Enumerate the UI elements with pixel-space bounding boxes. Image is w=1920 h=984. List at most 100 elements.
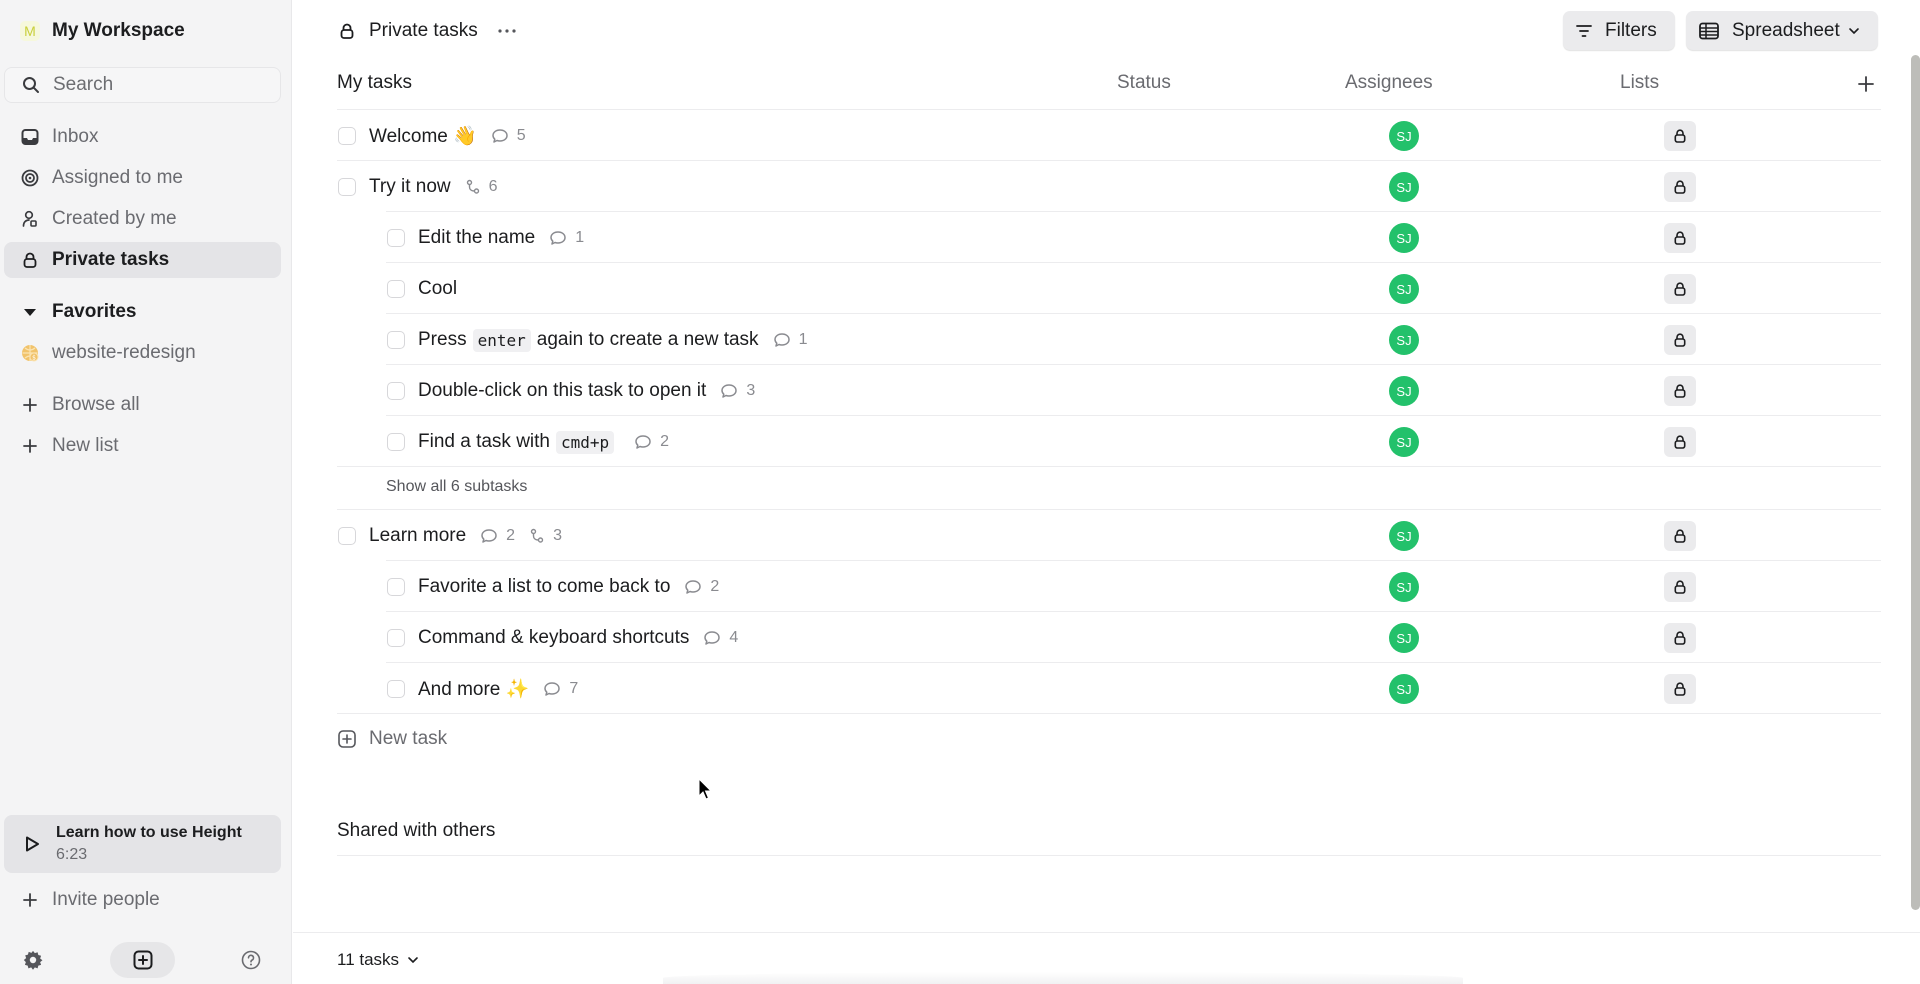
task-row[interactable]: Welcome 👋 5 SJ [337, 110, 1881, 161]
learn-title: Learn how to use Height [56, 824, 242, 841]
list-private-chip[interactable] [1664, 223, 1696, 253]
task-title[interactable]: Find a task with cmd+p 2 [418, 428, 669, 456]
workspace-switcher[interactable]: M My Workspace [20, 16, 185, 46]
new-task-quick-button[interactable] [110, 942, 175, 978]
sidebar-item-label: Created by me [52, 208, 177, 229]
task-title[interactable]: Press enter again to create a new task 1 [418, 326, 807, 354]
invite-people-button[interactable]: Invite people [4, 882, 281, 918]
play-icon [26, 836, 39, 852]
subtask-count: 3 [529, 527, 562, 545]
task-row[interactable]: Double-click on this task to open it 3 SJ [337, 365, 1881, 416]
help-icon [241, 950, 261, 970]
task-title[interactable]: Favorite a list to come back to 2 [418, 573, 719, 601]
task-checkbox[interactable] [338, 527, 356, 545]
task-checkbox[interactable] [338, 178, 356, 196]
assignee-avatar[interactable]: SJ [1389, 325, 1419, 355]
task-row[interactable]: Try it now 6 SJ [337, 161, 1881, 212]
list-private-chip[interactable] [1664, 325, 1696, 355]
task-checkbox[interactable] [387, 578, 405, 596]
comment-icon [492, 129, 508, 143]
list-private-chip[interactable] [1664, 674, 1696, 704]
task-checkbox[interactable] [387, 229, 405, 247]
sidebar-item-inbox[interactable]: Inbox [4, 119, 281, 155]
list-private-chip[interactable] [1664, 274, 1696, 304]
new-task-button[interactable]: New task [337, 726, 447, 752]
assignee-avatar[interactable]: SJ [1389, 172, 1419, 202]
task-title-text: Command & keyboard shortcuts [418, 627, 690, 648]
list-private-chip[interactable] [1664, 121, 1696, 151]
task-row[interactable]: And more ✨ 7 SJ [337, 663, 1881, 714]
help-button[interactable] [238, 947, 264, 973]
shared-with-others-heading[interactable]: Shared with others [337, 820, 495, 842]
assignee-avatar[interactable]: SJ [1389, 427, 1419, 457]
task-title[interactable]: Welcome 👋 5 [369, 122, 526, 150]
plus-icon [23, 398, 37, 412]
assignee-avatar[interactable]: SJ [1389, 376, 1419, 406]
assignee-avatar[interactable]: SJ [1389, 521, 1419, 551]
filters-button[interactable]: Filters [1563, 11, 1675, 50]
assignee-avatar[interactable]: SJ [1389, 572, 1419, 602]
assignee-avatar[interactable]: SJ [1389, 674, 1419, 704]
workspace-avatar: M [20, 21, 40, 41]
task-title[interactable]: Command & keyboard shortcuts 4 [418, 624, 738, 652]
new-list-button[interactable]: New list [4, 428, 281, 464]
task-row[interactable]: Command & keyboard shortcuts 4 SJ [337, 612, 1881, 663]
task-count-dropdown[interactable]: 11 tasks [337, 950, 419, 970]
task-title[interactable]: Double-click on this task to open it 3 [418, 377, 755, 405]
column-header-assignees[interactable]: Assignees [1345, 72, 1433, 94]
task-checkbox[interactable] [387, 331, 405, 349]
task-title[interactable]: Edit the name 1 [418, 224, 584, 252]
sidebar-item-website-redesign[interactable]: $ website-redesign [4, 335, 281, 371]
task-checkbox[interactable] [387, 382, 405, 400]
lock-icon [1674, 231, 1686, 245]
globe-dollar-icon: $ [22, 345, 39, 362]
list-private-chip[interactable] [1664, 376, 1696, 406]
filters-label: Filters [1605, 19, 1657, 41]
favorites-toggle[interactable]: Favorites [4, 294, 281, 330]
view-label: Spreadsheet [1732, 19, 1840, 41]
task-row[interactable]: Favorite a list to come back to 2 SJ [337, 561, 1881, 612]
task-checkbox[interactable] [338, 127, 356, 145]
assignee-avatar[interactable]: SJ [1389, 223, 1419, 253]
assignee-avatar[interactable]: SJ [1389, 121, 1419, 151]
task-checkbox[interactable] [387, 433, 405, 451]
task-row[interactable]: Edit the name 1 SJ [337, 212, 1881, 263]
task-row[interactable]: Learn more 2 3 SJ [337, 510, 1881, 561]
task-row[interactable]: Find a task with cmd+p 2 SJ [337, 416, 1881, 467]
learn-video-card[interactable]: Learn how to use Height 6:23 [4, 815, 281, 873]
more-options-button[interactable] [494, 18, 520, 44]
task-row[interactable]: Press enter again to create a new task 1 SJ [337, 314, 1881, 365]
assignee-avatar[interactable]: SJ [1389, 623, 1419, 653]
list-private-chip[interactable] [1664, 521, 1696, 551]
sidebar-item-private-tasks[interactable]: Private tasks [4, 242, 281, 278]
task-checkbox[interactable] [387, 629, 405, 647]
assignee-avatar[interactable]: SJ [1389, 274, 1419, 304]
search-label: Search [53, 74, 114, 95]
column-header-lists[interactable]: Lists [1620, 72, 1659, 94]
browse-all-button[interactable]: Browse all [4, 387, 281, 423]
settings-button[interactable] [20, 947, 46, 973]
task-checkbox[interactable] [387, 280, 405, 298]
task-title[interactable]: Cool [418, 275, 457, 303]
list-private-chip[interactable] [1664, 623, 1696, 653]
sidebar-item-assigned-to-me[interactable]: Assigned to me [4, 160, 281, 196]
task-title[interactable]: Try it now 6 [369, 173, 498, 201]
view-switcher-button[interactable]: Spreadsheet [1686, 11, 1878, 50]
vertical-scrollbar[interactable] [1911, 55, 1920, 910]
workspace-name: My Workspace [52, 20, 185, 41]
list-private-chip[interactable] [1664, 572, 1696, 602]
task-checkbox[interactable] [387, 680, 405, 698]
task-title[interactable]: And more ✨ 7 [418, 675, 578, 703]
list-private-chip[interactable] [1664, 427, 1696, 457]
column-header-status[interactable]: Status [1117, 72, 1171, 94]
list-private-chip[interactable] [1664, 172, 1696, 202]
show-all-subtasks-link[interactable]: Show all 6 subtasks [386, 478, 527, 496]
column-header-my-tasks[interactable]: My tasks [337, 72, 412, 94]
search-button[interactable]: Search [4, 67, 281, 103]
task-row[interactable]: Cool SJ [337, 263, 1881, 314]
lock-icon [1674, 129, 1686, 143]
add-column-button[interactable] [1854, 72, 1878, 96]
sidebar-item-created-by-me[interactable]: Created by me [4, 201, 281, 237]
comment-count-value: 5 [516, 127, 526, 144]
task-title[interactable]: Learn more 2 3 [369, 522, 562, 550]
